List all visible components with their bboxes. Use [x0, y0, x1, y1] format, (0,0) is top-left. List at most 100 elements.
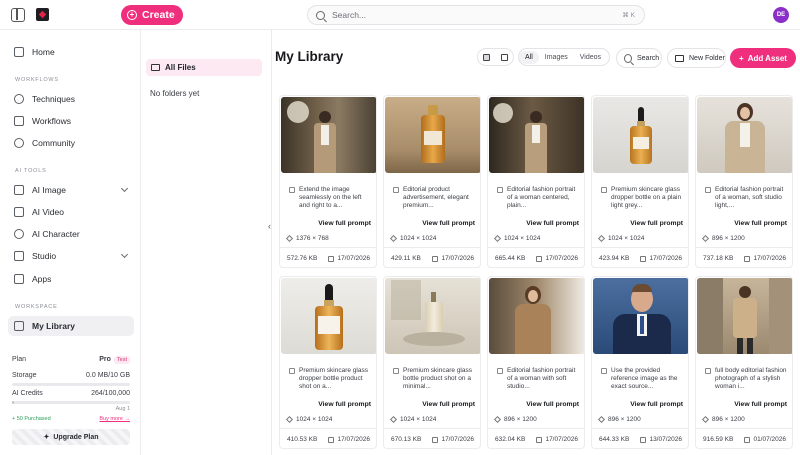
asset-dimensions-value: 896 × 1200 — [712, 416, 745, 423]
chevron-down-icon[interactable] — [120, 250, 129, 259]
asset-thumbnail[interactable] — [281, 97, 376, 173]
asset-prompt-text: Premium skincare glass bottle product sh… — [403, 367, 472, 390]
sidebar-item-label: My Library — [32, 321, 75, 331]
view-full-prompt-link[interactable]: View full prompt — [630, 401, 683, 408]
buy-more-link[interactable]: Buy more → — [99, 416, 130, 422]
asset-card[interactable]: Editorial fashion portrait of a woman ce… — [487, 95, 585, 268]
grid-view-icon[interactable] — [483, 53, 491, 61]
asset-date-value: 17/07/2026 — [649, 255, 682, 262]
global-search-input[interactable]: Search... ⌘ K — [307, 5, 645, 25]
view-full-prompt-link[interactable]: View full prompt — [318, 401, 371, 408]
tab-videos[interactable]: Videos — [574, 51, 607, 64]
asset-dimensions: 896 × 1200 — [493, 415, 537, 424]
asset-prompt-text: Editorial product advertisement, elegant… — [403, 186, 469, 209]
asset-dimensions-value: 1024 × 1024 — [296, 416, 333, 423]
sidebar-item-home[interactable]: Home — [8, 42, 134, 62]
sidebar-item-techniques[interactable]: Techniques — [8, 89, 134, 109]
asset-dimensions-value: 1024 × 1024 — [400, 235, 437, 242]
view-full-prompt-link[interactable]: View full prompt — [526, 401, 579, 408]
asset-card[interactable]: Premium skincare glass dropper bottle pr… — [279, 276, 377, 449]
asset-card[interactable]: Premium skincare glass bottle product sh… — [383, 276, 481, 449]
view-full-prompt-link[interactable]: View full prompt — [422, 220, 475, 227]
asset-thumbnail[interactable] — [697, 278, 792, 354]
tab-images[interactable]: Images — [539, 51, 574, 64]
prompt-icon — [289, 187, 295, 193]
asset-thumbnail[interactable] — [697, 97, 792, 173]
search-button-label: Search — [637, 54, 660, 62]
asset-description: Premium skincare glass bottle product sh… — [393, 367, 477, 391]
section-label-workflows: WORKFLOWS — [15, 77, 59, 83]
sidebar-toggle-icon[interactable] — [11, 8, 25, 22]
app-logo[interactable] — [36, 8, 49, 21]
calendar-icon — [432, 436, 439, 443]
sidebar-item-studio[interactable]: Studio — [8, 246, 134, 266]
view-full-prompt-link[interactable]: View full prompt — [526, 220, 579, 227]
card-divider — [488, 247, 584, 248]
plan-value: Pro — [99, 356, 111, 363]
asset-thumbnail[interactable] — [385, 278, 480, 354]
create-button[interactable]: + Create — [121, 5, 183, 25]
tab-all[interactable]: All — [519, 50, 539, 64]
all-files-item[interactable]: All Files — [146, 59, 262, 76]
sidebar-item-label: Apps — [32, 274, 52, 284]
asset-date-value: 17/07/2026 — [545, 436, 578, 443]
upgrade-plan-button[interactable]: ✦ Upgrade Plan — [12, 429, 130, 445]
new-folder-button[interactable]: New Folder — [667, 48, 726, 68]
sidebar-item-ai-image[interactable]: AI Image — [8, 180, 134, 200]
asset-file-size: 916.59 KB — [703, 436, 734, 443]
asset-date-value: 17/07/2026 — [441, 255, 474, 262]
asset-description: Premium skincare glass dropper bottle pr… — [289, 367, 373, 391]
asset-dimensions-value: 1376 × 768 — [296, 235, 329, 242]
home-icon — [14, 47, 24, 57]
asset-card[interactable]: Extend the image seamlessly on the left … — [279, 95, 377, 268]
asset-card[interactable]: Editorial fashion portrait of a woman, s… — [695, 95, 793, 268]
asset-thumbnail[interactable] — [593, 278, 688, 354]
sidebar-item-label: Community — [32, 138, 75, 148]
asset-file-size: 737.18 KB — [703, 255, 734, 262]
asset-card[interactable]: Use the provided reference image as the … — [591, 276, 689, 449]
sidebar-item-label: AI Video — [32, 207, 64, 217]
sidebar-item-workflows[interactable]: Workflows — [8, 111, 134, 131]
credits-row: AI Credits 264/100,000 — [12, 390, 130, 397]
sidebar-item-ai-video[interactable]: AI Video — [8, 202, 134, 222]
workflows-icon — [14, 116, 24, 126]
asset-card[interactable]: full body editorial fashion photograph o… — [695, 276, 793, 449]
asset-card[interactable]: Editorial product advertisement, elegant… — [383, 95, 481, 268]
library-icon — [14, 321, 24, 331]
view-full-prompt-link[interactable]: View full prompt — [734, 220, 787, 227]
asset-description: Editorial product advertisement, elegant… — [393, 186, 477, 210]
view-full-prompt-link[interactable]: View full prompt — [422, 401, 475, 408]
asset-thumbnail[interactable] — [593, 97, 688, 173]
asset-file-size: 429.11 KB — [391, 255, 421, 262]
asset-card[interactable]: Premium skincare glass dropper bottle on… — [591, 95, 689, 268]
prompt-icon — [393, 368, 399, 374]
asset-thumbnail[interactable] — [281, 278, 376, 354]
asset-thumbnail[interactable] — [489, 97, 584, 173]
view-full-prompt-link[interactable]: View full prompt — [734, 401, 787, 408]
sidebar-item-ai-character[interactable]: AI Character — [8, 224, 134, 244]
add-asset-button[interactable]: + Add Asset — [730, 48, 796, 68]
new-folder-label: New Folder — [689, 54, 725, 62]
avatar[interactable]: DE — [773, 7, 789, 23]
prompt-icon — [705, 187, 711, 193]
card-divider — [384, 247, 480, 248]
chevron-down-icon[interactable] — [120, 184, 129, 193]
view-full-prompt-link[interactable]: View full prompt — [630, 220, 683, 227]
asset-thumbnail[interactable] — [489, 278, 584, 354]
view-full-prompt-link[interactable]: View full prompt — [318, 220, 371, 227]
asset-dimensions-value: 1024 × 1024 — [504, 235, 541, 242]
card-divider — [592, 428, 688, 429]
all-files-label: All Files — [165, 63, 196, 72]
sidebar-item-label: Studio — [32, 251, 57, 261]
list-view-icon[interactable] — [500, 53, 508, 61]
sidebar-item-my-library[interactable]: My Library — [8, 316, 134, 336]
chevron-left-icon[interactable]: ‹ — [268, 221, 278, 231]
dimensions-icon — [389, 415, 398, 424]
credits-value: 264/100,000 — [91, 390, 130, 397]
sidebar-item-community[interactable]: Community — [8, 133, 134, 153]
sidebar-item-apps[interactable]: Apps — [8, 269, 134, 289]
asset-thumbnail[interactable] — [385, 97, 480, 173]
community-icon — [14, 138, 24, 148]
asset-card[interactable]: Editorial fashion portrait of a woman wi… — [487, 276, 585, 449]
library-search-button[interactable]: Search — [616, 48, 662, 68]
